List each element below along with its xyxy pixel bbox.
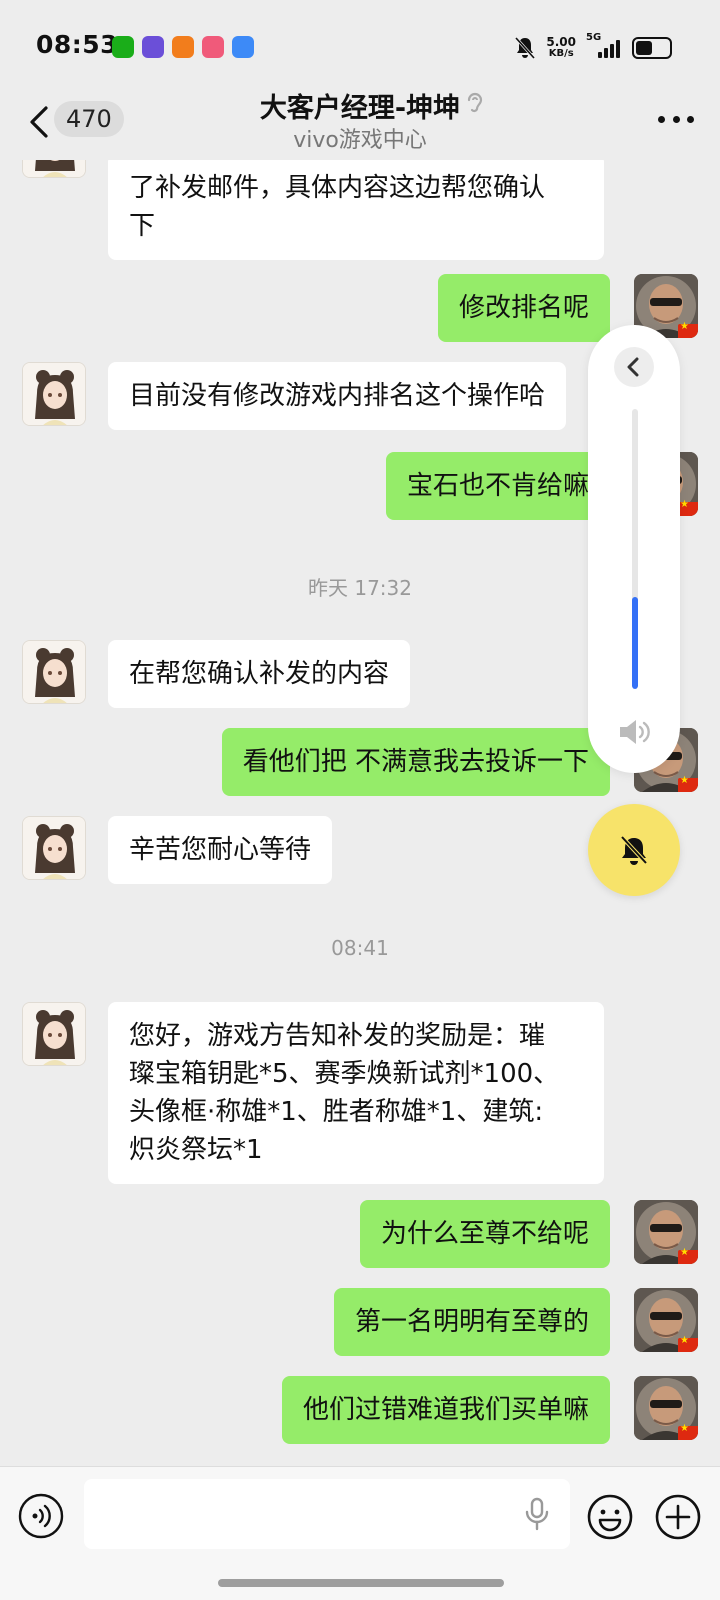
chat-subtitle: vivo游戏中心 [293,128,427,153]
bell-off-icon [620,835,648,865]
mute-status-icon [515,36,536,60]
volume-panel[interactable] [588,325,680,773]
flag-icon [678,321,698,338]
status-bar: 08:53 5.00 KB/s 5G [0,0,720,90]
flag-icon [678,1247,698,1264]
flag-icon [678,775,698,792]
message-bubble[interactable]: 为什么至尊不给呢 [359,1200,610,1268]
contact-avatar[interactable] [22,816,86,880]
network-speed: 5.00 KB/s [546,35,576,59]
more-options-button[interactable] [658,116,694,126]
message-bubble[interactable]: 修改排名呢 [437,274,610,342]
contact-avatar[interactable] [22,640,86,704]
user-avatar[interactable] [634,1200,698,1264]
volume-slider-fill [632,596,638,689]
contact-avatar[interactable] [22,1002,86,1066]
message-bubble[interactable]: 目前没有修改游戏内排名这个操作哈 [108,362,567,430]
signal-icon: 5G [586,32,622,60]
chat-title: 大客户经理-坤坤 [259,93,461,124]
chat-header: 470 大客户经理-坤坤 vivo游戏中心 [0,80,720,160]
microphone-icon[interactable] [524,1497,550,1531]
speaker-icon [620,720,650,744]
flag-icon [678,1423,698,1440]
dot-icon [658,116,665,123]
message-bubble[interactable]: 他们过错难道我们买单嘛 [281,1376,610,1444]
user-avatar[interactable] [634,1376,698,1440]
message-bubble[interactable]: 看他们把 不满意我去投诉一下 [221,728,610,796]
message-bubble[interactable]: 宝石也不肯给嘛 [385,452,610,520]
volume-slider[interactable] [632,409,638,689]
dot-icon [687,116,694,123]
message-bubble[interactable]: 辛苦您耐心等待 [108,816,333,884]
orange-app-icon [172,36,194,58]
video-app-icon [202,36,224,58]
message-bubble[interactable]: 第一名明明有至尊的 [333,1288,610,1356]
message-input[interactable] [84,1479,570,1549]
collapse-button[interactable] [614,347,654,387]
chevron-left-icon [627,357,639,377]
message-bubble[interactable]: 您好，游戏方告知补发的奖励是：璀 璨宝箱钥匙*5、赛季焕新试剂*100、 头像框… [108,1002,604,1184]
message-bubble[interactable]: 了补发邮件，具体内容这边帮您确认 下 [108,160,604,260]
contact-avatar[interactable] [22,160,86,178]
input-bar [0,1466,720,1600]
flag-icon [678,1335,698,1352]
flag-icon [678,499,698,516]
battery-icon [632,37,672,59]
mute-toggle-button[interactable] [588,804,680,896]
add-more-button[interactable] [654,1493,702,1541]
contact-avatar[interactable] [22,362,86,426]
ear-icon [467,92,483,113]
browser-app-icon [232,36,254,58]
home-indicator[interactable] [218,1579,504,1587]
user-avatar[interactable] [634,1288,698,1352]
emoji-button[interactable] [586,1493,634,1541]
timestamp: 08:41 [331,936,389,960]
wechat-icon [112,36,134,58]
voice-input-button[interactable] [18,1493,64,1539]
dot-icon [672,116,680,123]
message-bubble[interactable]: 在帮您确认补发的内容 [108,640,411,708]
sports-app-icon [142,36,164,58]
status-time: 08:53 [36,30,119,59]
